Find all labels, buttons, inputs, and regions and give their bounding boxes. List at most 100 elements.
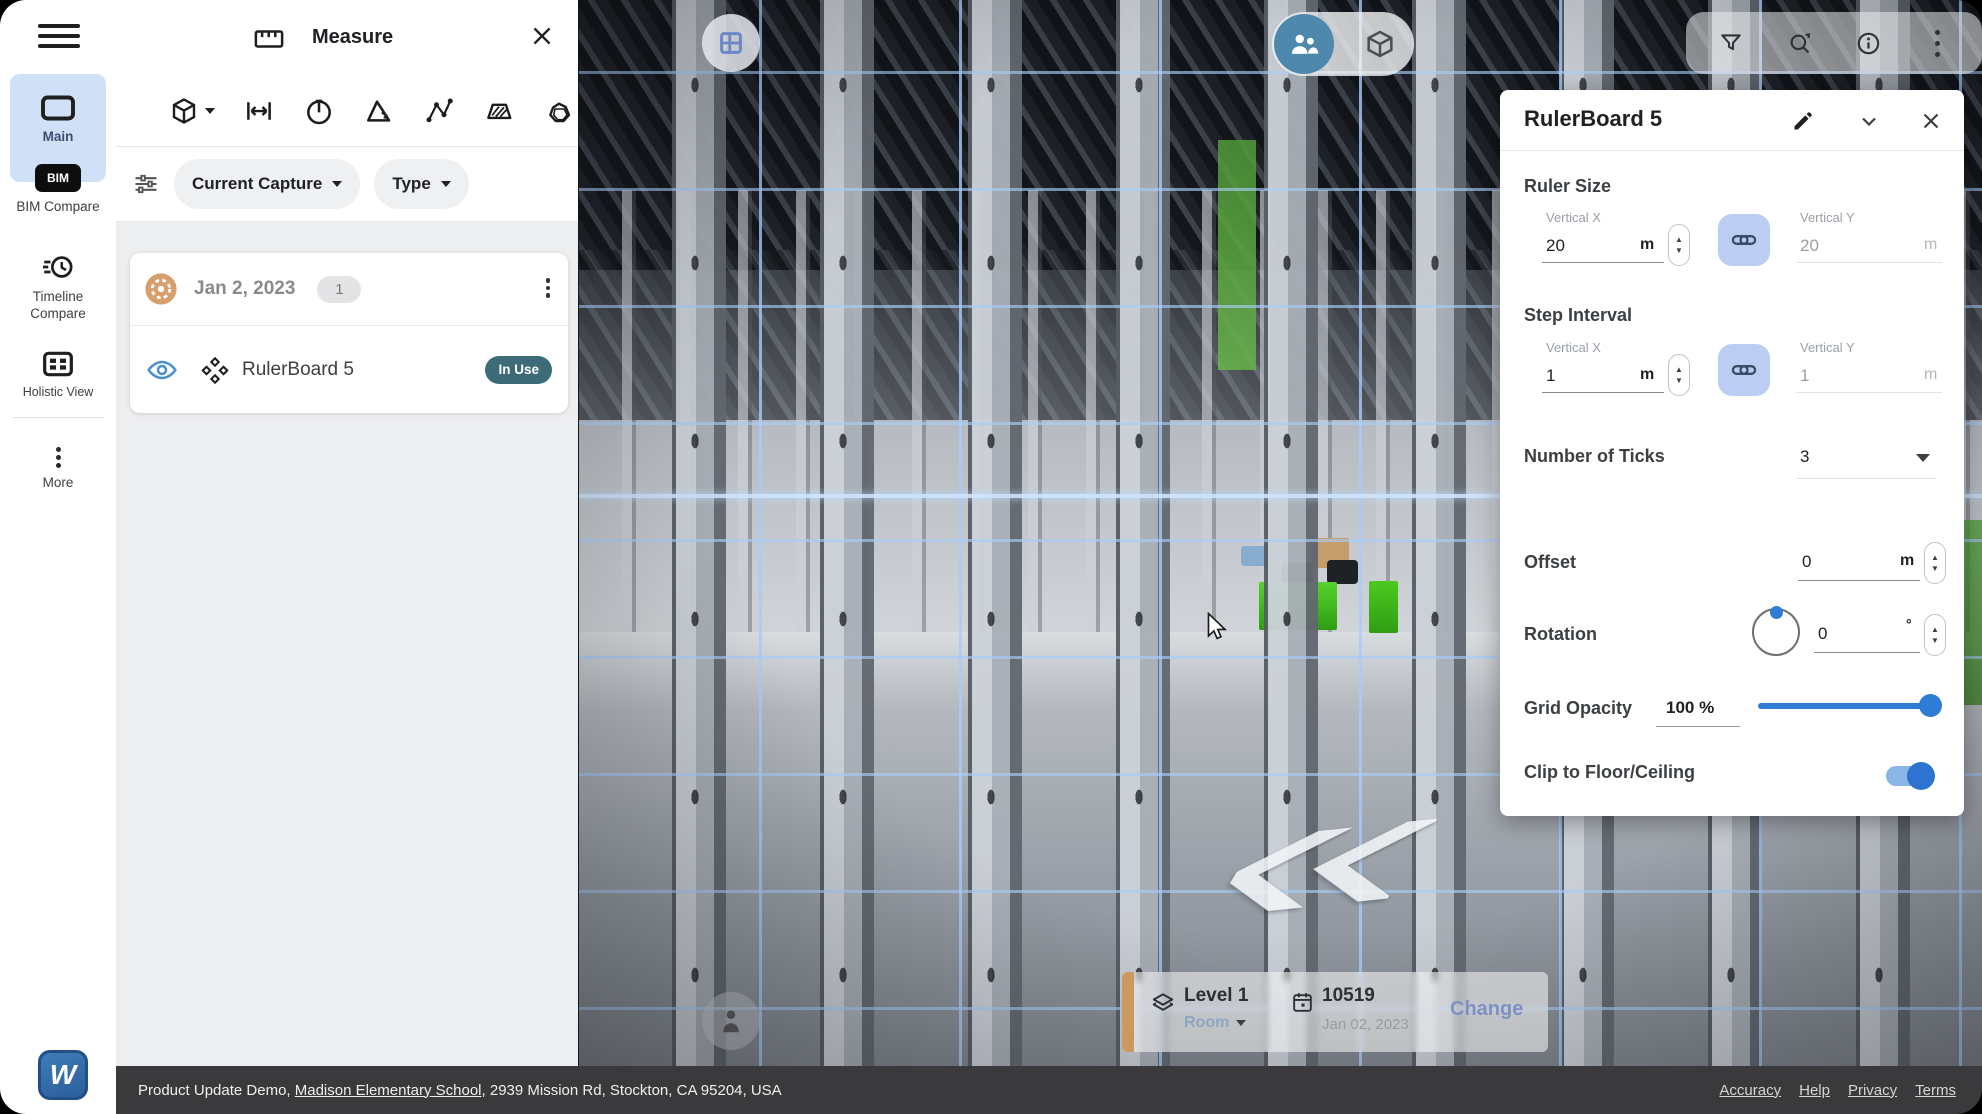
ruler-size-x-value[interactable]: 20 [1546,236,1565,256]
dial-tool-button[interactable] [300,90,338,132]
rotation-value[interactable]: 0 [1818,624,1827,644]
close-measure-button[interactable] [524,18,560,54]
rulerboard-header: RulerBoard 5 [1500,90,1964,150]
sidebar-item-label: Timeline Compare [13,288,103,322]
ruler-size-y-unit: m [1924,236,1937,254]
sidebar-item-bim-compare[interactable]: BIM BIM Compare [0,164,116,215]
chevron-down-icon [441,181,451,187]
brand-logo[interactable]: W [38,1050,88,1100]
visibility-eye-icon[interactable] [146,358,178,382]
pegman-button[interactable] [702,992,760,1050]
step-interval-x-value[interactable]: 1 [1546,366,1555,386]
measurement-item-row[interactable]: RulerBoard 5 In Use [130,326,568,413]
search-button[interactable] [1780,23,1820,63]
footer-link-accuracy[interactable]: Accuracy [1719,1082,1781,1099]
measurement-list: Jan 2, 2023 1 RulerBoard 5 In Use [116,222,578,1066]
area-tool-button[interactable] [480,90,518,132]
floorplan-icon [716,28,746,58]
ruler-size-label: Ruler Size [1524,176,1611,197]
minimap-button[interactable] [702,14,760,72]
power-dial-icon [303,95,335,127]
offset-label: Offset [1524,552,1576,573]
step-interval-x-stepper[interactable]: ▲▼ [1668,354,1690,396]
step-interval-label: Step Interval [1524,305,1632,326]
group-header-row[interactable]: Jan 2, 2023 1 [130,253,568,325]
step-interval-y-unit: m [1924,366,1937,384]
rotation-stepper[interactable]: ▲▼ [1924,614,1946,656]
sidebar-item-more[interactable]: More [0,444,116,491]
collapse-button[interactable] [1852,104,1886,138]
grid-opacity-value[interactable]: 100 % [1666,698,1714,718]
sidebar-item-holistic-view[interactable]: Holistic View [0,350,116,401]
capture-mode-button[interactable] [1274,14,1334,74]
vertical-y-label: Vertical Y [1800,210,1855,225]
person-icon [716,1006,746,1036]
ticks-dropdown-caret[interactable] [1916,454,1930,462]
dial-handle[interactable] [1770,606,1783,619]
area-polygon-icon [482,96,516,126]
rotation-dial[interactable] [1752,608,1800,656]
rotation-label: Rotation [1524,624,1597,645]
menu-button[interactable] [38,24,80,50]
input-underline [1542,262,1664,263]
input-underline [1542,392,1664,393]
measure-mode-button[interactable] [166,90,218,132]
divider [12,417,104,418]
bim-icon: BIM [0,164,116,192]
tune-filter-icon[interactable] [132,170,160,198]
select-underline [1796,478,1936,479]
viewer-more-button[interactable] [1918,23,1958,63]
sidebar-item-label: Main [10,128,106,145]
footer-link-help[interactable]: Help [1799,1082,1830,1099]
ruler-size-x-stepper[interactable]: ▲▼ [1668,224,1690,266]
volume-tool-button[interactable] [540,90,578,132]
timeline-clock-icon [0,252,116,282]
filter-button[interactable] [1711,23,1751,63]
site-link[interactable]: Madison Elementary School [295,1082,482,1099]
footer-link-terms[interactable]: Terms [1915,1082,1956,1099]
sidebar-item-timeline-compare[interactable]: Timeline Compare [0,252,116,322]
change-button[interactable]: Change [1450,998,1523,1021]
slider-thumb[interactable] [1919,694,1942,717]
polyline-tool-button[interactable] [420,90,458,132]
group-more-button[interactable] [546,275,551,301]
input-underline [1796,262,1942,263]
distance-icon [242,96,276,126]
close-panel-button[interactable] [1914,104,1948,138]
main-view-icon [10,94,106,122]
room-dropdown[interactable]: Room [1184,1014,1246,1032]
cube-icon [169,96,199,126]
sidebar-item-label: More [0,474,116,491]
offset-value[interactable]: 0 [1802,552,1811,572]
level-label: Level 1 [1184,985,1248,1007]
chevron-down-icon [332,181,342,187]
ticks-value[interactable]: 3 [1800,447,1809,467]
angle-tool-button[interactable] [360,90,398,132]
offset-stepper[interactable]: ▲▼ [1924,542,1946,584]
capture-filter-dropdown[interactable]: Current Capture [174,159,360,209]
toggle-knob[interactable] [1907,762,1935,790]
measure-panel: Measure [116,0,579,1066]
footer-link-privacy[interactable]: Privacy [1848,1082,1897,1099]
calendar-icon [1290,990,1315,1015]
input-underline [1814,652,1920,653]
grid-opacity-slider[interactable] [1758,703,1938,709]
link-xy-button[interactable] [1718,214,1770,266]
clip-toggle[interactable] [1886,766,1932,786]
measurement-group-card: Jan 2, 2023 1 RulerBoard 5 In Use [130,253,568,413]
ruler-size-y-value[interactable]: 20 [1800,236,1819,256]
measure-filters: Current Capture Type [116,147,578,221]
rotation-unit: ° [1906,616,1912,632]
info-button[interactable] [1849,23,1889,63]
input-underline [1798,580,1920,581]
edit-button[interactable] [1786,104,1820,138]
type-filter-dropdown[interactable]: Type [374,159,468,209]
info-icon [1855,30,1882,57]
distance-tool-button[interactable] [240,90,278,132]
app-sidebar: Main BIM BIM Compare Timeline Compare [0,0,116,1114]
input-underline [1656,726,1740,727]
step-interval-y-value[interactable]: 1 [1800,366,1809,386]
link-xy-button[interactable] [1718,344,1770,396]
sidebar-item-label: BIM Compare [13,198,103,215]
bim-mode-button[interactable] [1364,28,1396,60]
